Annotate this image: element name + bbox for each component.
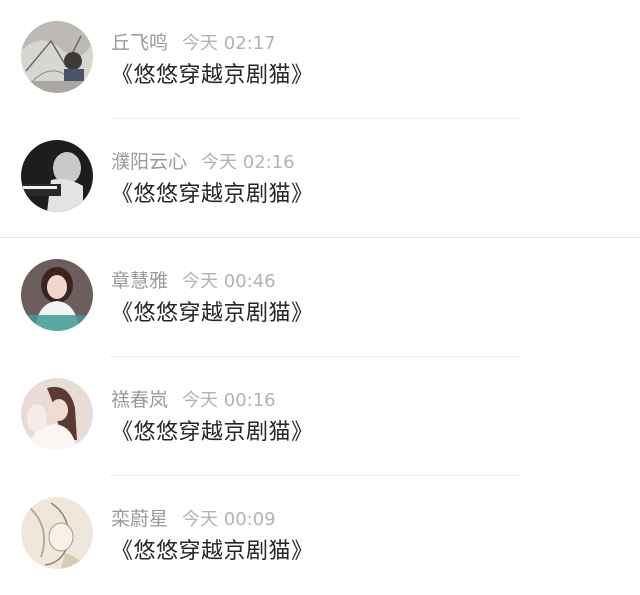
timestamp: 今天 00:16 bbox=[182, 390, 276, 411]
comment-item[interactable]: 濮阳云心 今天 02:16 《悠悠穿越京剧猫》 bbox=[0, 119, 640, 238]
anime-sketch-avatar-image bbox=[21, 497, 93, 569]
comment-meta: 丘飞鸣 今天 02:17 bbox=[111, 30, 276, 56]
comment-text: 《悠悠穿越京剧猫》 bbox=[111, 63, 314, 88]
comment-text: 《悠悠穿越京剧猫》 bbox=[111, 182, 314, 207]
comment-text: 《悠悠穿越京剧猫》 bbox=[111, 301, 314, 326]
comment-item[interactable]: 栾蔚星 今天 00:09 《悠悠穿越京剧猫》 bbox=[0, 476, 640, 595]
comment-item[interactable]: 丘飞鸣 今天 02:17 《悠悠穿越京剧猫》 bbox=[0, 0, 640, 119]
timestamp: 今天 00:46 bbox=[182, 271, 276, 292]
avatar[interactable] bbox=[21, 497, 93, 569]
comment-meta: 濮阳云心 今天 02:16 bbox=[111, 149, 295, 175]
sketch-art-avatar-image bbox=[21, 21, 93, 93]
username[interactable]: 章慧雅 bbox=[111, 270, 168, 292]
comment-list: 丘飞鸣 今天 02:17 《悠悠穿越京剧猫》 濮阳云心 今天 02:16 《悠悠穿越… bbox=[0, 0, 640, 592]
comment-meta: 栾蔚星 今天 00:09 bbox=[111, 506, 276, 532]
avatar[interactable] bbox=[21, 140, 93, 212]
avatar[interactable] bbox=[21, 259, 93, 331]
monochrome-portrait-avatar-image bbox=[21, 140, 93, 212]
timestamp: 今天 02:17 bbox=[182, 33, 276, 54]
timestamp: 今天 00:09 bbox=[182, 509, 276, 530]
avatar[interactable] bbox=[21, 378, 93, 450]
username[interactable]: 栾蔚星 bbox=[111, 508, 168, 530]
girl-portrait-avatar-image bbox=[21, 259, 93, 331]
avatar[interactable] bbox=[21, 21, 93, 93]
girl-profile-avatar-image bbox=[21, 378, 93, 450]
username[interactable]: 禚春岚 bbox=[111, 389, 168, 411]
comment-item[interactable]: 禚春岚 今天 00:16 《悠悠穿越京剧猫》 bbox=[0, 357, 640, 476]
comment-text: 《悠悠穿越京剧猫》 bbox=[111, 420, 314, 445]
comment-meta: 禚春岚 今天 00:16 bbox=[111, 387, 276, 413]
username[interactable]: 濮阳云心 bbox=[111, 151, 187, 173]
comment-item[interactable]: 章慧雅 今天 00:46 《悠悠穿越京剧猫》 bbox=[0, 238, 640, 357]
username[interactable]: 丘飞鸣 bbox=[111, 32, 168, 54]
comment-meta: 章慧雅 今天 00:46 bbox=[111, 268, 276, 294]
comment-text: 《悠悠穿越京剧猫》 bbox=[111, 539, 314, 564]
timestamp: 今天 02:16 bbox=[201, 152, 295, 173]
